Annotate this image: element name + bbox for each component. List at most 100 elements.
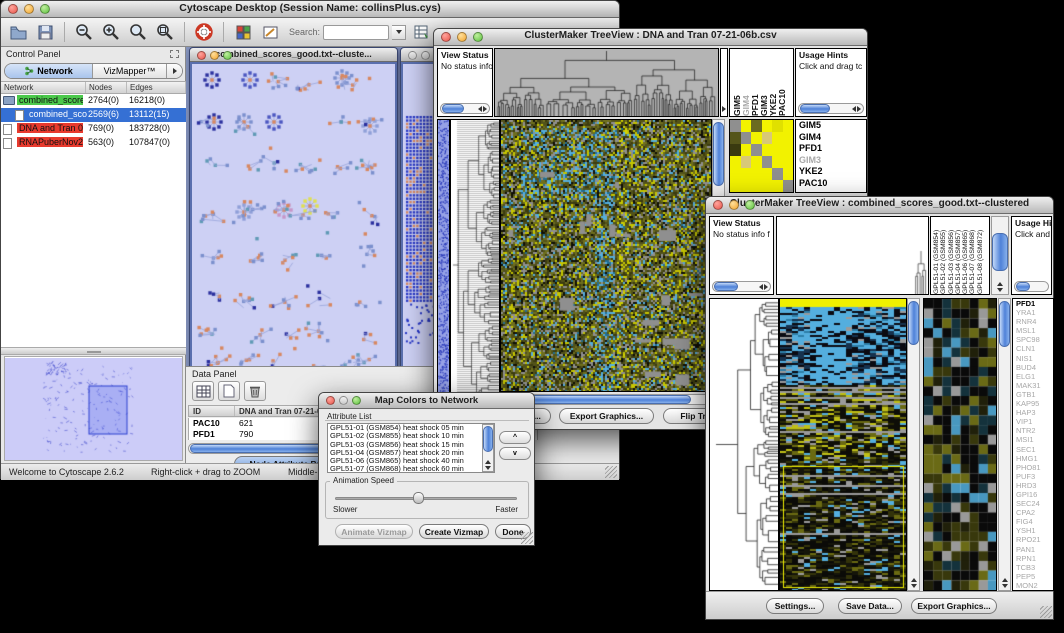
- panel-divider[interactable]: [1, 347, 186, 355]
- birdseye-view[interactable]: [5, 358, 182, 460]
- gene-label[interactable]: PAC10: [799, 178, 866, 190]
- gene-label[interactable]: HAP3: [1016, 408, 1053, 417]
- close-icon[interactable]: [326, 396, 335, 405]
- open-file-icon[interactable]: [6, 20, 30, 44]
- gene-label[interactable]: HRD3: [1016, 481, 1053, 490]
- close-icon[interactable]: [197, 51, 206, 60]
- minimize-icon[interactable]: [210, 51, 219, 60]
- combined-heatmap[interactable]: [780, 299, 907, 590]
- gene-label[interactable]: SEC24: [1016, 499, 1053, 508]
- export-graphics-button[interactable]: Export Graphics...: [559, 408, 654, 424]
- gene-label[interactable]: CLN1: [1016, 344, 1053, 353]
- close-icon[interactable]: [713, 200, 723, 210]
- gene-label[interactable]: RNR4: [1016, 317, 1053, 326]
- resize-grip[interactable]: [605, 466, 617, 478]
- minimize-icon[interactable]: [339, 396, 348, 405]
- gene-label[interactable]: YSH1: [1016, 526, 1053, 535]
- zoom-fit-icon[interactable]: [153, 20, 177, 44]
- network-list-item[interactable]: RNAPuberNov2+563(0)107847(0): [1, 136, 186, 150]
- gene-label[interactable]: PEP5: [1016, 572, 1053, 581]
- animate-vizmap-button[interactable]: Animate Vizmap: [335, 524, 413, 539]
- search-dropdown-icon[interactable]: [392, 25, 406, 40]
- gene-label[interactable]: FIG4: [1016, 517, 1053, 526]
- gene-label[interactable]: SPC98: [1016, 335, 1053, 344]
- dialog-titlebar[interactable]: Map Colors to Network: [319, 393, 534, 409]
- tab-vizmapper[interactable]: VizMapper™: [93, 64, 167, 78]
- network-list-header[interactable]: Network Nodes Edges: [1, 82, 186, 94]
- zoom-window-icon[interactable]: [745, 200, 755, 210]
- row-dendrogram[interactable]: [451, 120, 500, 410]
- annotation-icon[interactable]: [258, 20, 282, 44]
- col-edges[interactable]: Edges: [127, 82, 186, 93]
- settings-button[interactable]: Settings...: [766, 598, 824, 614]
- gene-label[interactable]: GPI16: [1016, 490, 1053, 499]
- close-icon[interactable]: [8, 4, 18, 14]
- col-nodes[interactable]: Nodes: [86, 82, 127, 93]
- tab-network[interactable]: Network: [5, 64, 93, 78]
- zoom-window-icon[interactable]: [223, 51, 232, 60]
- save-data-button[interactable]: Save Data...: [838, 598, 902, 614]
- treeview-dna-titlebar[interactable]: ClusterMaker TreeView : DNA and Tran 07-…: [434, 29, 867, 46]
- move-up-button[interactable]: ^: [499, 431, 531, 444]
- gene-label[interactable]: PHO81: [1016, 463, 1053, 472]
- close-icon[interactable]: [441, 32, 451, 42]
- gene-label[interactable]: ELG1: [1016, 372, 1053, 381]
- usage-hints-hscrollbar[interactable]: [1014, 281, 1049, 292]
- slider-thumb[interactable]: [413, 492, 424, 504]
- column-dendrogram[interactable]: [777, 217, 928, 294]
- gene-label[interactable]: KAP95: [1016, 399, 1053, 408]
- gene-label[interactable]: MON2: [1016, 581, 1053, 590]
- zoom-window-icon[interactable]: [473, 32, 483, 42]
- import-table-icon[interactable]: [409, 20, 433, 44]
- minimize-icon[interactable]: [457, 32, 467, 42]
- move-down-button[interactable]: v: [499, 447, 531, 460]
- gene-list-vscrollbar[interactable]: [998, 298, 1011, 591]
- network-view-titlebar[interactable]: combined_scores_good.txt--cluste...: [190, 48, 397, 62]
- attribute-list-vscrollbar[interactable]: [482, 424, 494, 472]
- gene-label[interactable]: RPN1: [1016, 554, 1053, 563]
- gene-label[interactable]: BUD4: [1016, 363, 1053, 372]
- resize-grip[interactable]: [1040, 606, 1052, 618]
- splitter-strip[interactable]: [720, 48, 728, 117]
- global-overview-canvas[interactable]: [438, 120, 450, 410]
- save-icon[interactable]: [33, 20, 57, 44]
- new-attribute-icon[interactable]: [218, 381, 240, 401]
- zoom-out-icon[interactable]: [72, 20, 96, 44]
- gene-label[interactable]: GIM5: [799, 120, 866, 132]
- attribute-item[interactable]: GPL51-07 (GSM868) heat shock 60 min: [328, 465, 494, 473]
- resize-grip[interactable]: [521, 532, 533, 544]
- gene-label[interactable]: CPA2: [1016, 508, 1053, 517]
- zoom-in-icon[interactable]: [99, 20, 123, 44]
- view-status-hscrollbar[interactable]: [712, 281, 771, 292]
- gene-label[interactable]: PAN1: [1016, 545, 1053, 554]
- zoom-heatmap[interactable]: [924, 299, 997, 590]
- gene-label[interactable]: RPO21: [1016, 535, 1053, 544]
- export-graphics-button[interactable]: Export Graphics...: [911, 598, 997, 614]
- gene-label[interactable]: PUF3: [1016, 472, 1053, 481]
- tab-overflow-icon[interactable]: [167, 64, 182, 78]
- gene-label[interactable]: GIM3: [799, 155, 866, 167]
- row-dendrogram[interactable]: [710, 299, 779, 590]
- close-icon[interactable]: [408, 51, 417, 60]
- minimize-icon[interactable]: [421, 51, 430, 60]
- gene-label[interactable]: MSI1: [1016, 435, 1053, 444]
- float-panel-icon[interactable]: [170, 50, 179, 58]
- gene-label[interactable]: YKE2: [799, 166, 866, 178]
- gene-label[interactable]: MSL1: [1016, 326, 1053, 335]
- gene-label[interactable]: MAK31: [1016, 381, 1053, 390]
- zoom-window-icon[interactable]: [352, 396, 361, 405]
- minimize-icon[interactable]: [24, 4, 34, 14]
- column-labels-vscrollbar[interactable]: [991, 216, 1009, 295]
- gene-label[interactable]: PFD1: [1016, 299, 1053, 308]
- gene-label[interactable]: YRA1: [1016, 308, 1053, 317]
- animation-speed-slider[interactable]: [335, 497, 517, 500]
- usage-hints-hscrollbar[interactable]: [798, 103, 864, 114]
- gene-label[interactable]: PFD1: [799, 143, 866, 155]
- dna-heatmap[interactable]: [501, 120, 712, 392]
- gene-label[interactable]: TCB3: [1016, 563, 1053, 572]
- cytoscape-titlebar[interactable]: Cytoscape Desktop (Session Name: collins…: [1, 1, 619, 18]
- minimize-icon[interactable]: [729, 200, 739, 210]
- network-view-canvas[interactable]: [192, 64, 397, 366]
- column-dendrogram[interactable]: [495, 49, 718, 116]
- gene-label[interactable]: VIP1: [1016, 417, 1053, 426]
